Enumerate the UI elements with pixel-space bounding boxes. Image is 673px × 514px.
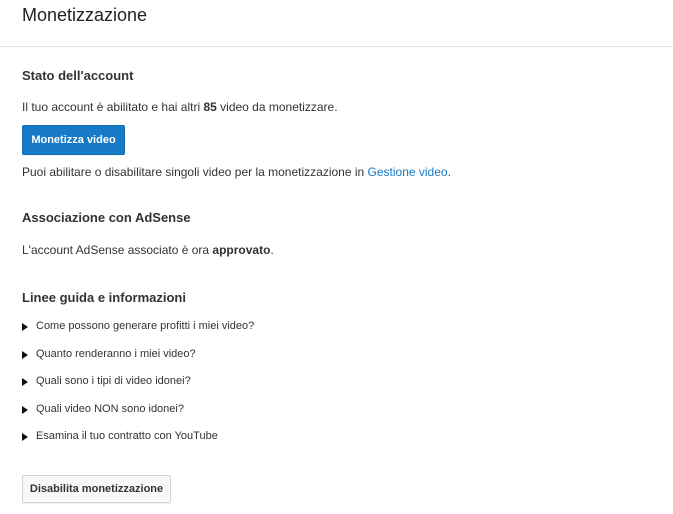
account-status-text: Il tuo account è abilitato e hai altri 8… [22, 100, 338, 114]
guideline-item-label: Quali video NON sono idonei? [36, 402, 184, 415]
video-manager-text: Puoi abilitare o disabilitare singoli vi… [22, 165, 451, 179]
account-status-title: Stato dell'account [22, 68, 134, 83]
monetization-page: Monetizzazione Stato dell'account Il tuo… [0, 0, 673, 514]
page-header: Monetizzazione [0, 0, 673, 47]
disable-monetization-button[interactable]: Disabilita monetizzazione [22, 475, 171, 503]
video-manager-text-after: . [447, 165, 451, 179]
expand-triangle-icon [22, 433, 28, 442]
guidelines-title: Linee guida e informazioni [22, 290, 186, 305]
adsense-status-text-after: . [270, 243, 274, 257]
account-status-text-after: video da monetizzare. [216, 100, 338, 114]
guideline-item-earnings[interactable]: Come possono generare profitti i miei vi… [22, 320, 254, 348]
expand-triangle-icon [22, 323, 28, 331]
adsense-status: approvato [212, 243, 271, 257]
guideline-item-label: Quali sono i tipi di video idonei? [36, 375, 191, 388]
guideline-item-label: Come possono generare profitti i miei vi… [36, 320, 255, 332]
adsense-title: Associazione con AdSense [22, 210, 191, 225]
expand-triangle-icon [22, 350, 28, 359]
expand-triangle-icon [22, 405, 28, 414]
guideline-item-label: Quanto renderanno i miei video? [36, 347, 196, 360]
guideline-item-eligible-types[interactable]: Quali sono i tipi di video idonei? [22, 375, 254, 403]
expand-triangle-icon [22, 378, 28, 387]
guideline-item-label: Esamina il tuo contratto con YouTube [36, 430, 218, 443]
adsense-status-text: L'account AdSense associato è ora approv… [22, 243, 274, 257]
guidelines-list: Come possono generare profitti i miei vi… [22, 320, 254, 458]
video-manager-link[interactable]: Gestione video [368, 165, 448, 179]
video-count: 85 [203, 100, 217, 114]
adsense-status-text-before: L'account AdSense associato è ora [22, 243, 213, 257]
guideline-item-revenue[interactable]: Quanto renderanno i miei video? [22, 348, 254, 376]
page-title: Monetizzazione [22, 5, 148, 25]
guideline-item-contract[interactable]: Esamina il tuo contratto con YouTube [22, 430, 254, 458]
guideline-item-ineligible[interactable]: Quali video NON sono idonei? [22, 403, 254, 431]
monetize-videos-button[interactable]: Monetizza video [22, 125, 125, 155]
account-status-text-before: Il tuo account è abilitato e hai altri [22, 100, 204, 114]
video-manager-text-before: Puoi abilitare o disabilitare singoli vi… [22, 165, 368, 179]
